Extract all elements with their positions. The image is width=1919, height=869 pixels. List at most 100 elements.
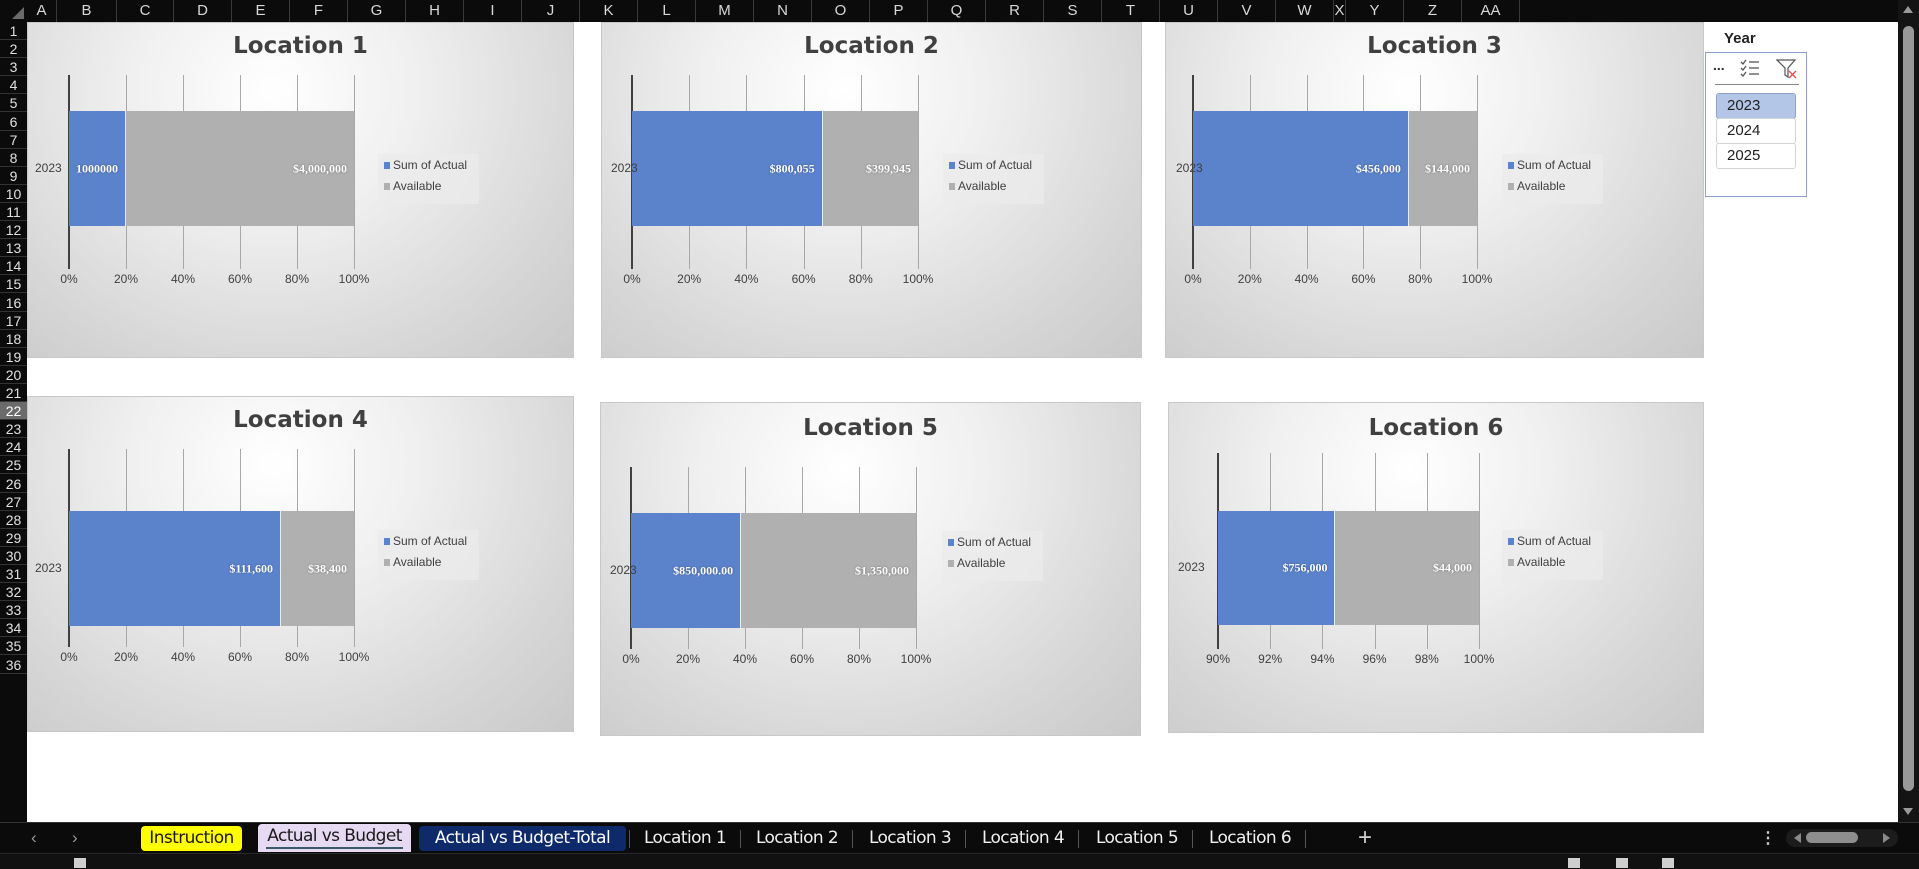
column-header-m[interactable]: M: [696, 0, 754, 22]
page-layout-view-icon[interactable]: [1616, 858, 1628, 868]
legend-item-actual[interactable]: Sum of Actual: [384, 534, 467, 548]
legend-item-available[interactable]: Available: [1508, 179, 1565, 193]
row-header-19[interactable]: 19: [0, 348, 27, 366]
sheet-tab-actual-vs-budget-total[interactable]: Actual vs Budget-Total: [419, 826, 626, 851]
scroll-up-arrow-icon[interactable]: [1903, 6, 1913, 13]
row-header-25[interactable]: 25: [0, 456, 27, 475]
bar-available[interactable]: $399,945: [822, 111, 918, 226]
chart-legend[interactable]: Sum of Actual Available: [378, 530, 479, 580]
row-header-22[interactable]: 22: [0, 402, 27, 421]
slicer-item-2024[interactable]: 2024: [1716, 118, 1796, 144]
row-header-36[interactable]: 36: [0, 656, 27, 674]
legend-item-actual[interactable]: Sum of Actual: [384, 158, 467, 172]
column-header-b[interactable]: B: [57, 0, 117, 22]
legend-item-available[interactable]: Available: [384, 179, 441, 193]
sheet-tab-location-2[interactable]: Location 2: [745, 826, 849, 851]
chart-location-6[interactable]: Location 6 90% 92% 94% 96% 98% 100% $756,000 $44…: [1168, 402, 1704, 733]
column-header-t[interactable]: T: [1102, 0, 1160, 22]
row-header-14[interactable]: 14: [0, 257, 27, 276]
row-header-7[interactable]: 7: [0, 131, 27, 149]
horizontal-scroll-thumb[interactable]: [1806, 832, 1858, 843]
bar-sum-of-actual[interactable]: $456,000: [1193, 111, 1409, 226]
chart-location-3[interactable]: Location 3 0% 20% 40% 60% 80% 100% $456,000 $144…: [1165, 22, 1704, 358]
row-header-26[interactable]: 26: [0, 475, 27, 493]
chart-location-4[interactable]: Location 4 0% 20% 40% 60% 80% 100% $111,600 $38,…: [27, 396, 574, 732]
row-header-20[interactable]: 20: [0, 366, 27, 384]
row-header-23[interactable]: 23: [0, 420, 27, 439]
legend-item-available[interactable]: Available: [384, 555, 441, 569]
multi-select-icon[interactable]: [1740, 59, 1760, 80]
scroll-right-arrow-icon[interactable]: [1883, 833, 1890, 843]
column-header-g[interactable]: G: [348, 0, 406, 22]
column-header-y[interactable]: Y: [1346, 0, 1404, 22]
next-sheet-arrow-icon[interactable]: ›: [72, 828, 78, 848]
legend-item-available[interactable]: Available: [1508, 555, 1565, 569]
row-header-21[interactable]: 21: [0, 384, 27, 402]
column-header-h[interactable]: H: [406, 0, 464, 22]
horizontal-scrollbar[interactable]: [1786, 829, 1898, 847]
bar-sum-of-actual[interactable]: $756,000: [1218, 511, 1336, 625]
row-header-15[interactable]: 15: [0, 275, 27, 294]
chart-legend[interactable]: Sum of Actual Available: [378, 154, 479, 204]
column-header-a[interactable]: A: [27, 0, 57, 22]
column-header-p[interactable]: P: [870, 0, 928, 22]
row-header-29[interactable]: 29: [0, 529, 27, 547]
column-header-q[interactable]: Q: [928, 0, 986, 22]
bar-available[interactable]: $38,400: [281, 511, 354, 626]
clear-filter-icon[interactable]: [1775, 59, 1798, 82]
bar-available[interactable]: $1,350,000: [741, 513, 916, 628]
row-header-9[interactable]: 9: [0, 167, 27, 185]
column-header-i[interactable]: I: [464, 0, 522, 22]
bar-sum-of-actual[interactable]: 1000000: [69, 111, 126, 226]
column-header-x[interactable]: X: [1334, 0, 1346, 22]
row-header-32[interactable]: 32: [0, 583, 27, 602]
bar-sum-of-actual[interactable]: $800,055: [632, 111, 823, 226]
row-header-11[interactable]: 11: [0, 203, 27, 221]
chart-legend[interactable]: Sum of Actual Available: [943, 154, 1044, 204]
row-header-16[interactable]: 16: [0, 294, 27, 312]
sheet-tab-location-1[interactable]: Location 1: [633, 826, 737, 851]
more-options-icon[interactable]: ⋮: [1760, 828, 1776, 848]
sheet-tab-location-3[interactable]: Location 3: [858, 826, 962, 851]
row-header-18[interactable]: 18: [0, 330, 27, 348]
row-header-27[interactable]: 27: [0, 493, 27, 511]
row-header-12[interactable]: 12: [0, 221, 27, 240]
vertical-scrollbar[interactable]: [1898, 0, 1919, 822]
column-header-f[interactable]: F: [290, 0, 348, 22]
row-header-35[interactable]: 35: [0, 637, 27, 656]
chart-location-5[interactable]: Location 5 0% 20% 40% 60% 80% 100% $850,000.00 $…: [600, 402, 1141, 736]
column-header-aa[interactable]: AA: [1462, 0, 1520, 22]
legend-item-actual[interactable]: Sum of Actual: [948, 535, 1031, 549]
column-header-z[interactable]: Z: [1404, 0, 1462, 22]
prev-sheet-arrow-icon[interactable]: ‹: [31, 828, 37, 848]
row-header-6[interactable]: 6: [0, 113, 27, 131]
row-header-3[interactable]: 3: [0, 58, 27, 77]
column-header-l[interactable]: L: [638, 0, 696, 22]
sheet-tab-instruction[interactable]: Instruction: [141, 826, 242, 851]
sheet-tab-location-6[interactable]: Location 6: [1198, 826, 1302, 851]
column-header-r[interactable]: R: [986, 0, 1044, 22]
chart-legend[interactable]: Sum of Actual Available: [942, 531, 1043, 581]
bar-available[interactable]: $4,000,000: [126, 111, 354, 226]
row-header-17[interactable]: 17: [0, 312, 27, 330]
bar-sum-of-actual[interactable]: $850,000.00: [631, 513, 742, 628]
vertical-scroll-thumb[interactable]: [1903, 26, 1914, 791]
chart-legend[interactable]: Sum of Actual Available: [1502, 530, 1603, 580]
row-header-24[interactable]: 24: [0, 438, 27, 457]
sheet-tab-actual-vs-budget[interactable]: Actual vs Budget: [258, 824, 411, 852]
legend-item-actual[interactable]: Sum of Actual: [1508, 534, 1591, 548]
row-header-5[interactable]: 5: [0, 94, 27, 113]
column-header-n[interactable]: N: [754, 0, 812, 22]
normal-view-icon[interactable]: [1568, 858, 1580, 868]
row-header-31[interactable]: 31: [0, 565, 27, 583]
row-header-33[interactable]: 33: [0, 601, 27, 620]
column-header-o[interactable]: O: [812, 0, 870, 22]
sheet-tab-location-5[interactable]: Location 5: [1085, 826, 1189, 851]
column-header-w[interactable]: W: [1276, 0, 1334, 22]
slicer-item-2023[interactable]: 2023: [1716, 93, 1796, 119]
row-header-2[interactable]: 2: [0, 40, 27, 59]
chart-legend[interactable]: Sum of Actual Available: [1502, 154, 1603, 204]
year-slicer[interactable]: Year ... 2023 2024 2025: [1704, 22, 1808, 200]
row-header-8[interactable]: 8: [0, 149, 27, 167]
column-header-j[interactable]: J: [522, 0, 580, 22]
